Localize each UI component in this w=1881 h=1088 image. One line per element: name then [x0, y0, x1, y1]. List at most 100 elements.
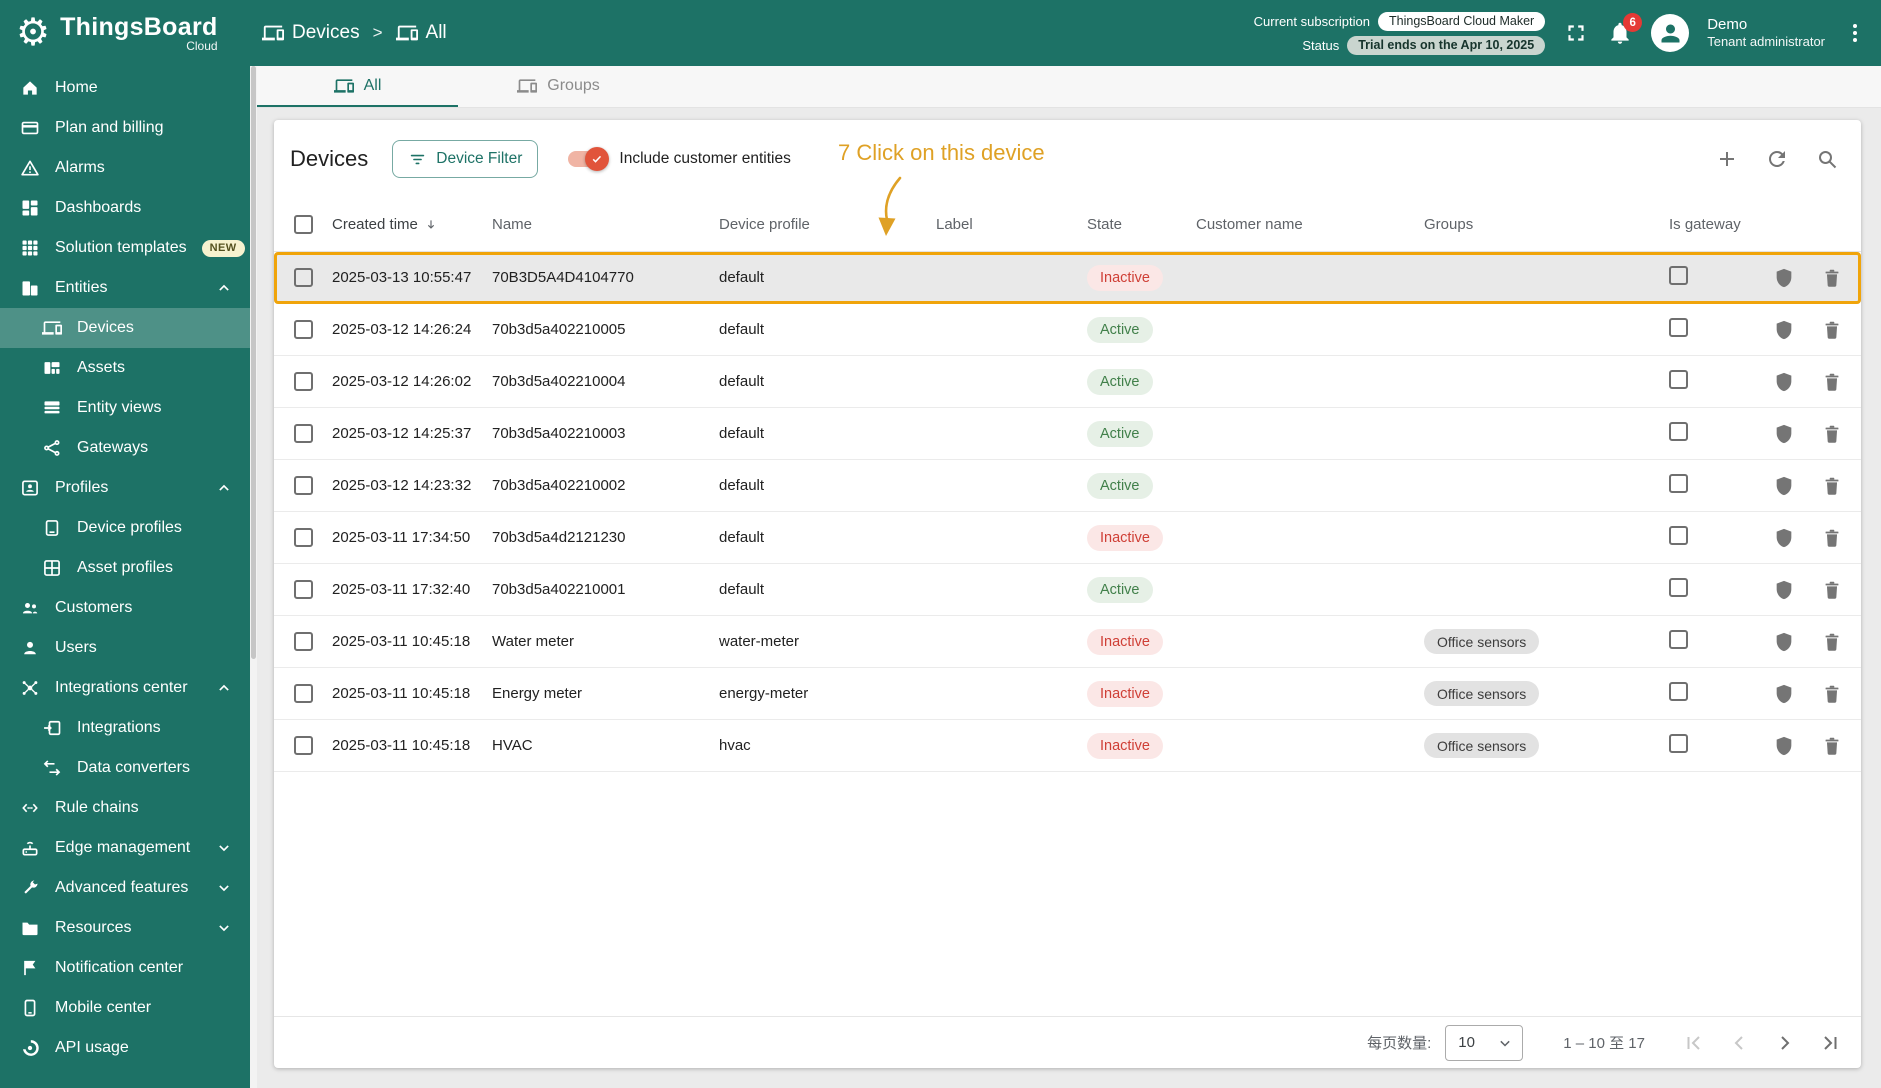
sidebar-item-integrations-center[interactable]: Integrations center	[0, 668, 250, 708]
delete-icon[interactable]	[1821, 527, 1843, 549]
sidebar-item-plan-and-billing[interactable]: Plan and billing	[0, 108, 250, 148]
page-size-select[interactable]: 10	[1445, 1025, 1523, 1061]
notifications-button[interactable]: 6	[1607, 20, 1633, 46]
fullscreen-button[interactable]	[1563, 20, 1589, 46]
sidebar-item-dashboards[interactable]: Dashboards	[0, 188, 250, 228]
sidebar-item-entity-views[interactable]: Entity views	[0, 388, 250, 428]
add-device-button[interactable]	[1715, 147, 1739, 171]
breadcrumb-all[interactable]: All	[396, 22, 447, 44]
security-shield-icon[interactable]	[1773, 579, 1795, 601]
column-state[interactable]: State	[1087, 216, 1196, 233]
sidebar-item-device-profiles[interactable]: Device profiles	[0, 508, 250, 548]
security-shield-icon[interactable]	[1773, 735, 1795, 757]
row-checkbox[interactable]	[294, 736, 313, 755]
security-shield-icon[interactable]	[1773, 683, 1795, 705]
is-gateway-checkbox[interactable]	[1669, 266, 1688, 285]
table-row[interactable]: 2025-03-11 10:45:18HVAChvacInactiveOffic…	[274, 720, 1861, 772]
scrollbar-thumb[interactable]	[251, 66, 256, 659]
delete-icon[interactable]	[1821, 319, 1843, 341]
column-label[interactable]: Label	[936, 216, 1087, 233]
is-gateway-checkbox[interactable]	[1669, 578, 1688, 597]
delete-icon[interactable]	[1821, 267, 1843, 289]
trial-status-pill[interactable]: Trial ends on the Apr 10, 2025	[1347, 36, 1545, 55]
select-all-checkbox[interactable]	[294, 215, 313, 234]
sidebar-item-home[interactable]: Home	[0, 68, 250, 108]
device-filter-button[interactable]: Device Filter	[392, 140, 538, 178]
row-checkbox[interactable]	[294, 632, 313, 651]
avatar[interactable]	[1651, 14, 1689, 52]
is-gateway-checkbox[interactable]	[1669, 422, 1688, 441]
first-page-button[interactable]	[1681, 1031, 1705, 1055]
refresh-button[interactable]	[1765, 147, 1789, 171]
is-gateway-checkbox[interactable]	[1669, 318, 1688, 337]
sidebar-item-users[interactable]: Users	[0, 628, 250, 668]
column-customer-name[interactable]: Customer name	[1196, 216, 1424, 233]
table-row[interactable]: 2025-03-11 10:45:18Water meterwater-mete…	[274, 616, 1861, 668]
row-checkbox[interactable]	[294, 528, 313, 547]
row-checkbox[interactable]	[294, 320, 313, 339]
column-groups[interactable]: Groups	[1424, 216, 1664, 233]
sidebar-item-solution-templates[interactable]: Solution templatesNEW	[0, 228, 250, 268]
security-shield-icon[interactable]	[1773, 423, 1795, 445]
table-row[interactable]: 2025-03-12 14:26:0270b3d5a402210004defau…	[274, 356, 1861, 408]
is-gateway-checkbox[interactable]	[1669, 682, 1688, 701]
security-shield-icon[interactable]	[1773, 475, 1795, 497]
is-gateway-checkbox[interactable]	[1669, 474, 1688, 493]
sidebar-scrollbar[interactable]	[250, 66, 257, 1088]
is-gateway-checkbox[interactable]	[1669, 734, 1688, 753]
delete-icon[interactable]	[1821, 579, 1843, 601]
sidebar-item-mobile-center[interactable]: Mobile center	[0, 988, 250, 1028]
table-row[interactable]: 2025-03-11 10:45:18Energy meterenergy-me…	[274, 668, 1861, 720]
sidebar-item-data-converters[interactable]: Data converters	[0, 748, 250, 788]
sidebar-item-asset-profiles[interactable]: Asset profiles	[0, 548, 250, 588]
breadcrumb-devices[interactable]: Devices	[262, 22, 360, 44]
sidebar-item-api-usage[interactable]: API usage	[0, 1028, 250, 1068]
is-gateway-checkbox[interactable]	[1669, 526, 1688, 545]
table-row[interactable]: 2025-03-12 14:23:3270b3d5a402210002defau…	[274, 460, 1861, 512]
security-shield-icon[interactable]	[1773, 371, 1795, 393]
sidebar-item-rule-chains[interactable]: Rule chains	[0, 788, 250, 828]
sidebar-item-assets[interactable]: Assets	[0, 348, 250, 388]
row-checkbox[interactable]	[294, 580, 313, 599]
tab-all[interactable]: All	[257, 66, 458, 107]
row-checkbox[interactable]	[294, 424, 313, 443]
next-page-button[interactable]	[1773, 1031, 1797, 1055]
sidebar-item-resources[interactable]: Resources	[0, 908, 250, 948]
is-gateway-checkbox[interactable]	[1669, 630, 1688, 649]
delete-icon[interactable]	[1821, 475, 1843, 497]
tab-groups[interactable]: Groups	[458, 66, 659, 107]
group-chip[interactable]: Office sensors	[1424, 681, 1539, 706]
group-chip[interactable]: Office sensors	[1424, 629, 1539, 654]
row-checkbox[interactable]	[294, 684, 313, 703]
row-checkbox[interactable]	[294, 476, 313, 495]
sidebar-item-customers[interactable]: Customers	[0, 588, 250, 628]
security-shield-icon[interactable]	[1773, 319, 1795, 341]
sidebar-item-integrations[interactable]: Integrations	[0, 708, 250, 748]
last-page-button[interactable]	[1819, 1031, 1843, 1055]
sidebar-item-advanced-features[interactable]: Advanced features	[0, 868, 250, 908]
subscription-pill[interactable]: ThingsBoard Cloud Maker	[1378, 12, 1545, 31]
sidebar-item-alarms[interactable]: Alarms	[0, 148, 250, 188]
prev-page-button[interactable]	[1727, 1031, 1751, 1055]
thingsboard-logo[interactable]: ⚙ ThingsBoard Cloud	[0, 13, 250, 53]
sidebar-item-notification-center[interactable]: Notification center	[0, 948, 250, 988]
security-shield-icon[interactable]	[1773, 527, 1795, 549]
delete-icon[interactable]	[1821, 631, 1843, 653]
table-row[interactable]: 2025-03-12 14:26:2470b3d5a402210005defau…	[274, 304, 1861, 356]
sidebar-item-profiles[interactable]: Profiles	[0, 468, 250, 508]
row-checkbox[interactable]	[294, 372, 313, 391]
delete-icon[interactable]	[1821, 735, 1843, 757]
group-chip[interactable]: Office sensors	[1424, 733, 1539, 758]
search-button[interactable]	[1815, 147, 1839, 171]
security-shield-icon[interactable]	[1773, 631, 1795, 653]
column-created-time[interactable]: Created time	[332, 216, 492, 233]
sidebar-item-edge-management[interactable]: Edge management	[0, 828, 250, 868]
security-shield-icon[interactable]	[1773, 267, 1795, 289]
is-gateway-checkbox[interactable]	[1669, 370, 1688, 389]
table-row[interactable]: 2025-03-11 17:32:4070b3d5a402210001defau…	[274, 564, 1861, 616]
column-is-gateway[interactable]: Is gateway	[1664, 216, 1772, 233]
delete-icon[interactable]	[1821, 683, 1843, 705]
include-customer-entities-toggle[interactable]	[568, 151, 606, 167]
column-name[interactable]: Name	[492, 216, 719, 233]
sidebar-item-entities[interactable]: Entities	[0, 268, 250, 308]
